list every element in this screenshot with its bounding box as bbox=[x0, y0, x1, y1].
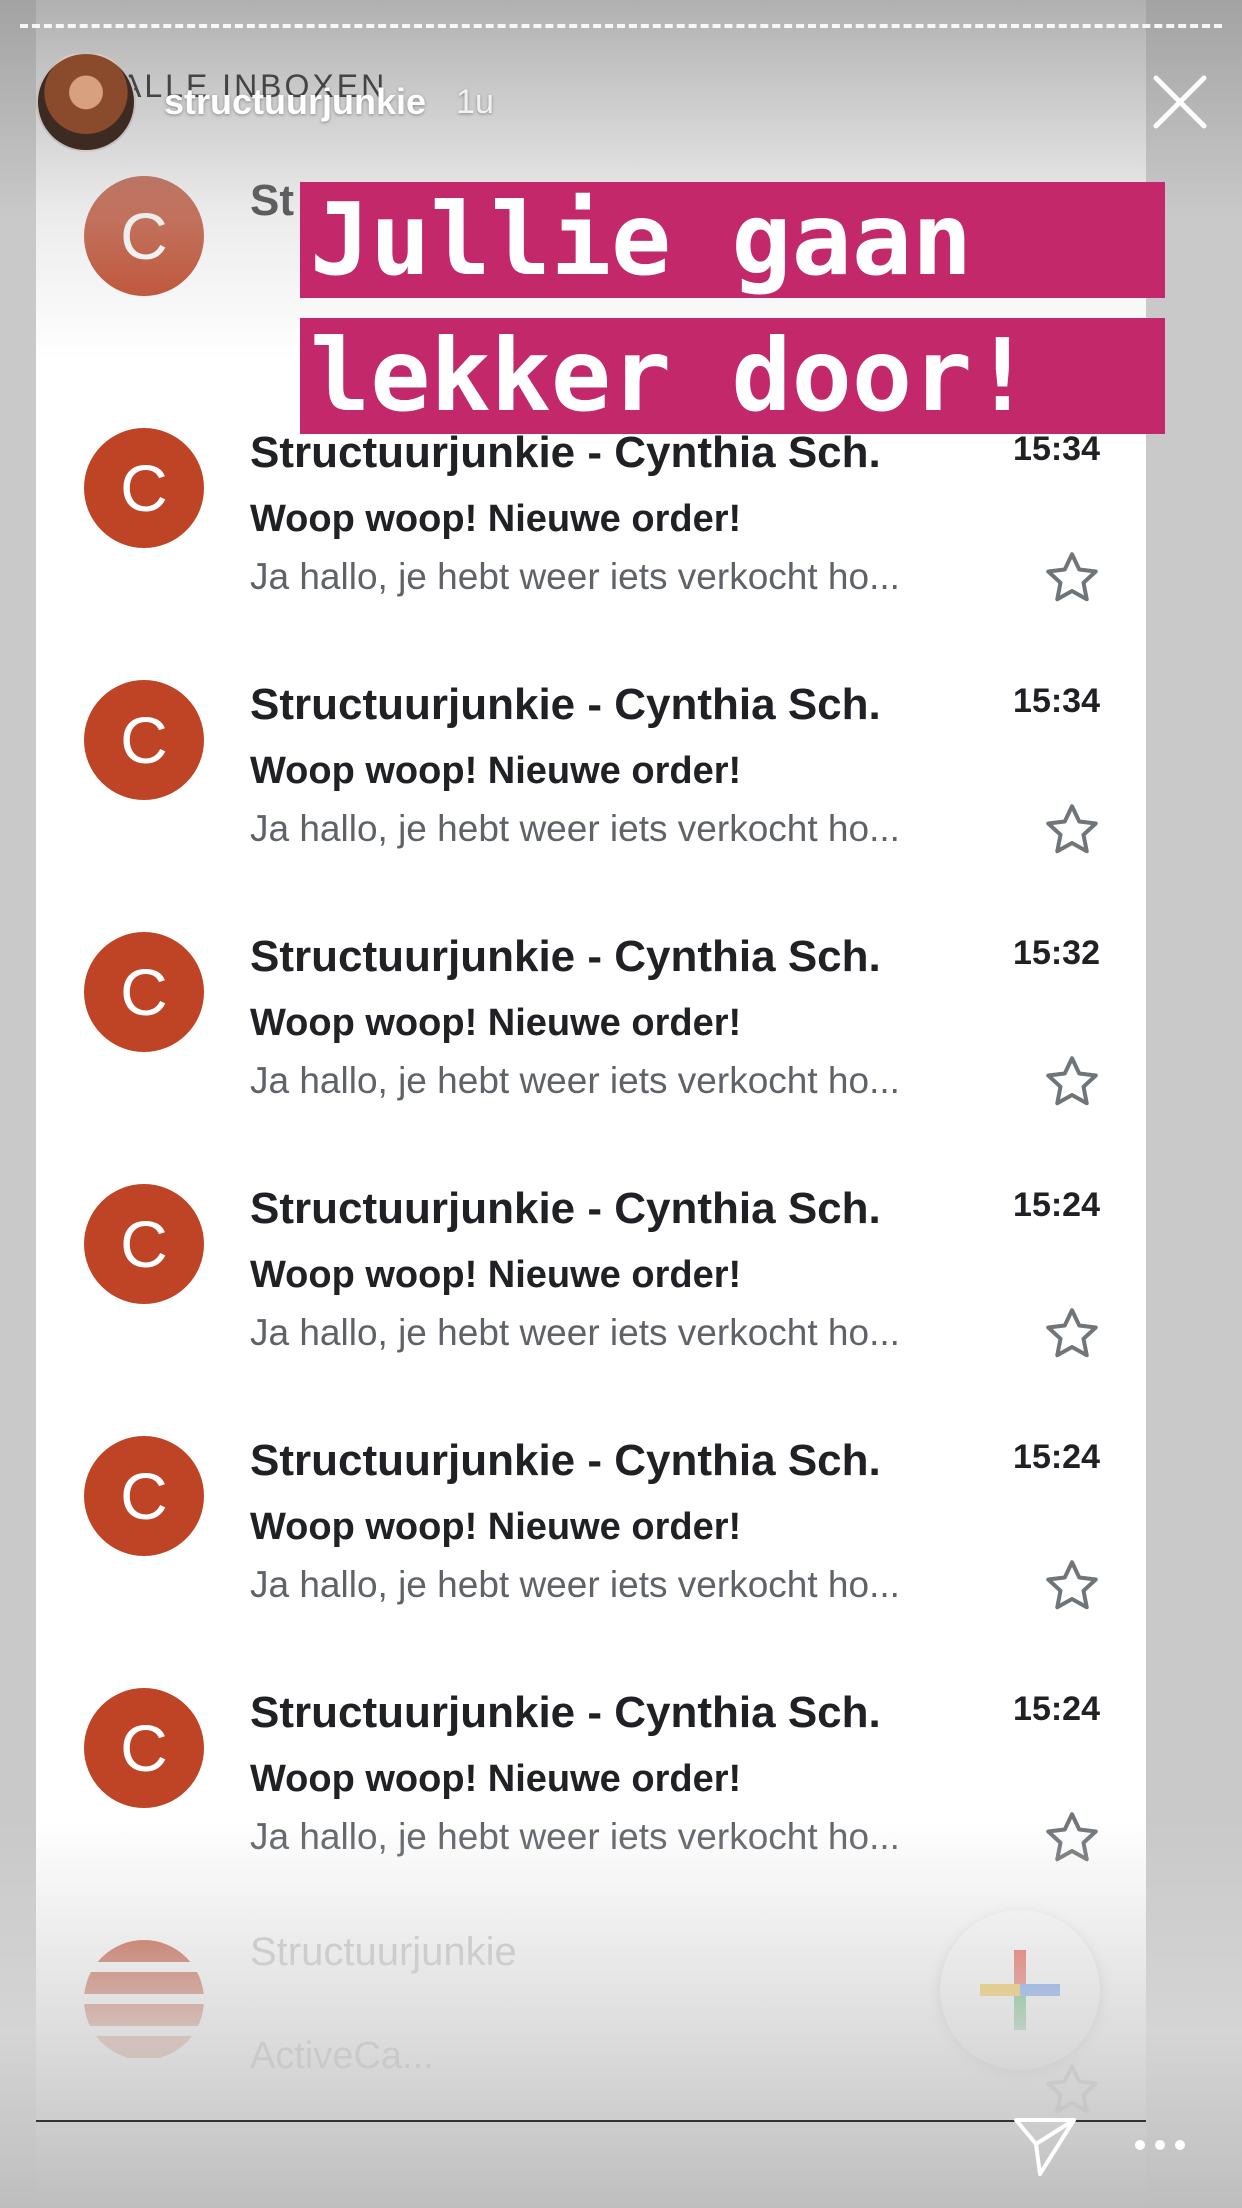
email-time: 15:34 bbox=[1013, 682, 1100, 720]
sender-name-fragment: Structuurjunkie bbox=[250, 1930, 517, 1974]
sender-avatar: C bbox=[84, 1436, 204, 1556]
close-icon[interactable] bbox=[1150, 72, 1210, 132]
star-icon[interactable] bbox=[1042, 1556, 1102, 1616]
email-subject: Woop woop! Nieuwe order! bbox=[250, 1758, 742, 1800]
star-icon[interactable] bbox=[1042, 548, 1102, 608]
footer-divider bbox=[36, 2120, 1146, 2122]
email-snippet: Ja hallo, je hebt weer iets verkocht ho.… bbox=[250, 1564, 900, 1605]
email-snippet: Ja hallo, je hebt weer iets verkocht ho.… bbox=[250, 1816, 900, 1857]
sender-avatar: C bbox=[84, 932, 204, 1052]
email-subject: Woop woop! Nieuwe order! bbox=[250, 498, 742, 540]
sender-avatar: C bbox=[84, 1184, 204, 1304]
story-header: structuurjunkie 1u bbox=[36, 52, 494, 152]
email-row[interactable]: C Structuurjunkie - Cynthia Sch. 15:24 W… bbox=[36, 1436, 1146, 1688]
sender-name: Structuurjunkie - Cynthia Sch. bbox=[250, 1436, 881, 1485]
story-username[interactable]: structuurjunkie bbox=[164, 81, 426, 123]
send-icon[interactable] bbox=[1010, 2110, 1080, 2180]
email-snippet: Ja hallo, je hebt weer iets verkocht ho.… bbox=[250, 556, 900, 597]
email-snippet: Ja hallo, je hebt weer iets verkocht ho.… bbox=[250, 808, 900, 849]
email-subject: Woop woop! Nieuwe order! bbox=[250, 1254, 742, 1296]
sender-name: Structuurjunkie - Cynthia Sch. bbox=[250, 932, 881, 981]
compose-button[interactable] bbox=[940, 1910, 1100, 2070]
email-row[interactable]: C Structuurjunkie - Cynthia Sch. 15:32 W… bbox=[36, 932, 1146, 1184]
email-time: 15:24 bbox=[1013, 1186, 1100, 1224]
sender-avatar: C bbox=[84, 428, 204, 548]
sender-name: Structuurjunkie - Cynthia Sch. bbox=[250, 428, 881, 477]
email-subject: Woop woop! Nieuwe order! bbox=[250, 750, 742, 792]
email-time: 15:32 bbox=[1013, 934, 1100, 972]
sender-name: Structuurjunkie - Cynthia Sch. bbox=[250, 1688, 881, 1737]
email-snippet: Ja hallo, je hebt weer iets verkocht ho.… bbox=[250, 1060, 900, 1101]
email-time: 15:24 bbox=[1013, 1690, 1100, 1728]
star-icon[interactable] bbox=[1042, 1808, 1102, 1868]
star-icon[interactable] bbox=[1042, 1052, 1102, 1112]
more-options-icon[interactable] bbox=[1130, 2130, 1190, 2160]
email-snippet: Ja hallo, je hebt weer iets verkocht ho.… bbox=[250, 1312, 900, 1353]
email-row[interactable]: C Structuurjunkie - Cynthia Sch. 15:24 W… bbox=[36, 1184, 1146, 1436]
email-time: 15:34 bbox=[1013, 430, 1100, 468]
email-subject: Woop woop! Nieuwe order! bbox=[250, 1506, 742, 1548]
sender-name-fragment: St bbox=[250, 176, 294, 225]
sender-avatar: C bbox=[84, 176, 204, 296]
email-row[interactable]: C Structuurjunkie - Cynthia Sch. 15:24 W… bbox=[36, 1688, 1146, 1940]
overlay-caption-line-2: lekker door! bbox=[300, 318, 1165, 434]
email-snippet-fragment: ActiveCa... bbox=[250, 2035, 434, 2077]
sender-name: Structuurjunkie - Cynthia Sch. bbox=[250, 680, 881, 729]
compose-plus-icon bbox=[980, 1950, 1060, 2030]
story-progress-bar bbox=[20, 24, 1222, 28]
overlay-caption-line-1: Jullie gaan bbox=[300, 182, 1165, 298]
sender-avatar bbox=[84, 1940, 204, 2060]
sender-avatar: C bbox=[84, 680, 204, 800]
story-time-ago: 1u bbox=[456, 82, 494, 121]
star-icon[interactable] bbox=[1042, 800, 1102, 860]
email-subject: Woop woop! Nieuwe order! bbox=[250, 1002, 742, 1044]
email-time: 15:24 bbox=[1013, 1438, 1100, 1476]
sender-avatar: C bbox=[84, 1688, 204, 1808]
email-row[interactable]: C Structuurjunkie - Cynthia Sch. 15:34 W… bbox=[36, 428, 1146, 680]
avatar[interactable] bbox=[36, 52, 136, 152]
sender-name: Structuurjunkie - Cynthia Sch. bbox=[250, 1184, 881, 1233]
star-icon[interactable] bbox=[1042, 1304, 1102, 1364]
email-row[interactable]: C Structuurjunkie - Cynthia Sch. 15:34 W… bbox=[36, 680, 1146, 932]
